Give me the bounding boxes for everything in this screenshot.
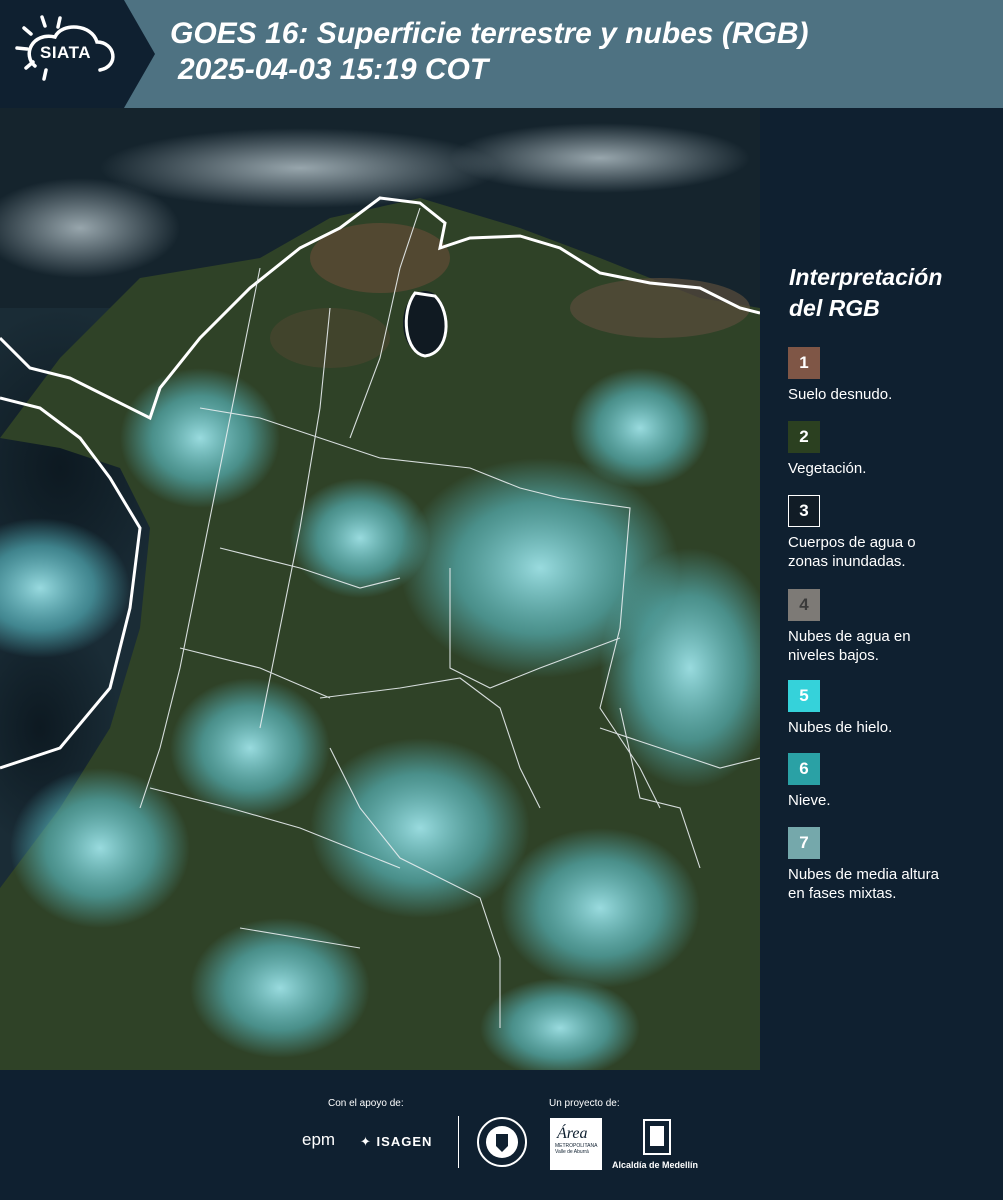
legend-title: Interpretación del RGB xyxy=(789,262,942,324)
legend-label: Vegetación. xyxy=(788,460,867,477)
legend-label: Nubes de media altura en fases mixtas. xyxy=(788,866,939,902)
epm-logo: epm xyxy=(302,1130,336,1149)
legend-item-2: 2 Vegetación. xyxy=(788,421,1003,478)
satellite-map[interactable] xyxy=(0,108,760,1070)
isagen-logo: ✦ ISAGEN xyxy=(360,1134,433,1149)
area-metropolitana-logo: Área METROPOLITANA Valle de Aburrá xyxy=(550,1118,602,1170)
satellite-map-image xyxy=(0,108,760,1070)
legend-swatch: 6 xyxy=(788,753,820,785)
logo-text: SIATA xyxy=(40,43,91,62)
legend-item-3: 3 Cuerpos de agua o zonas inundadas. xyxy=(788,495,1003,571)
legend-item-5: 5 Nubes de hielo. xyxy=(788,680,1003,737)
project-label: Un proyecto de: xyxy=(549,1098,620,1109)
legend-item-7: 7 Nubes de media altura en fases mixtas. xyxy=(788,827,1003,903)
legend-label: Nubes de hielo. xyxy=(788,719,893,736)
legend-item-1: 1 Suelo desnudo. xyxy=(788,347,1003,404)
medellin-seal-icon xyxy=(477,1117,527,1167)
footer-divider xyxy=(458,1116,459,1168)
alcaldia-logo: Alcaldía de Medellín xyxy=(612,1160,699,1170)
alcaldia-shield-icon xyxy=(643,1119,671,1155)
page-title: GOES 16: Superficie terrestre y nubes (R… xyxy=(170,16,809,88)
legend-label: Nieve. xyxy=(788,792,831,809)
title-line-2: 2025-04-03 15:19 COT xyxy=(178,53,489,86)
legend-title-line-2: del RGB xyxy=(789,295,880,321)
legend-label: Cuerpos de agua o zonas inundadas. xyxy=(788,534,916,570)
area-script-icon: Área xyxy=(557,1125,588,1142)
legend-swatch: 7 xyxy=(788,827,820,859)
legend-swatch: 2 xyxy=(788,421,820,453)
siata-logo: SIATA xyxy=(0,0,155,108)
header-bar: SIATA GOES 16: Superficie terrestre y nu… xyxy=(0,0,1003,108)
legend-swatch: 5 xyxy=(788,680,820,712)
legend-item-6: 6 Nieve. xyxy=(788,753,1003,810)
legend-label: Nubes de agua en niveles bajos. xyxy=(788,628,911,664)
support-label: Con el apoyo de: xyxy=(328,1098,404,1109)
footer: Con el apoyo de: Un proyecto de: epm ✦ I… xyxy=(0,1070,1003,1200)
legend-swatch: 1 xyxy=(788,347,820,379)
legend-item-4: 4 Nubes de agua en niveles bajos. xyxy=(788,589,1003,665)
rgb-legend: Interpretación del RGB 1 Suelo desnudo. … xyxy=(760,108,1003,1070)
legend-label: Suelo desnudo. xyxy=(788,386,893,403)
legend-title-line-1: Interpretación xyxy=(789,264,943,290)
title-line-1: GOES 16: Superficie terrestre y nubes (R… xyxy=(170,17,809,50)
legend-swatch: 4 xyxy=(788,589,820,621)
isagen-mark-icon: ✦ xyxy=(360,1134,372,1149)
legend-swatch: 3 xyxy=(788,495,820,527)
